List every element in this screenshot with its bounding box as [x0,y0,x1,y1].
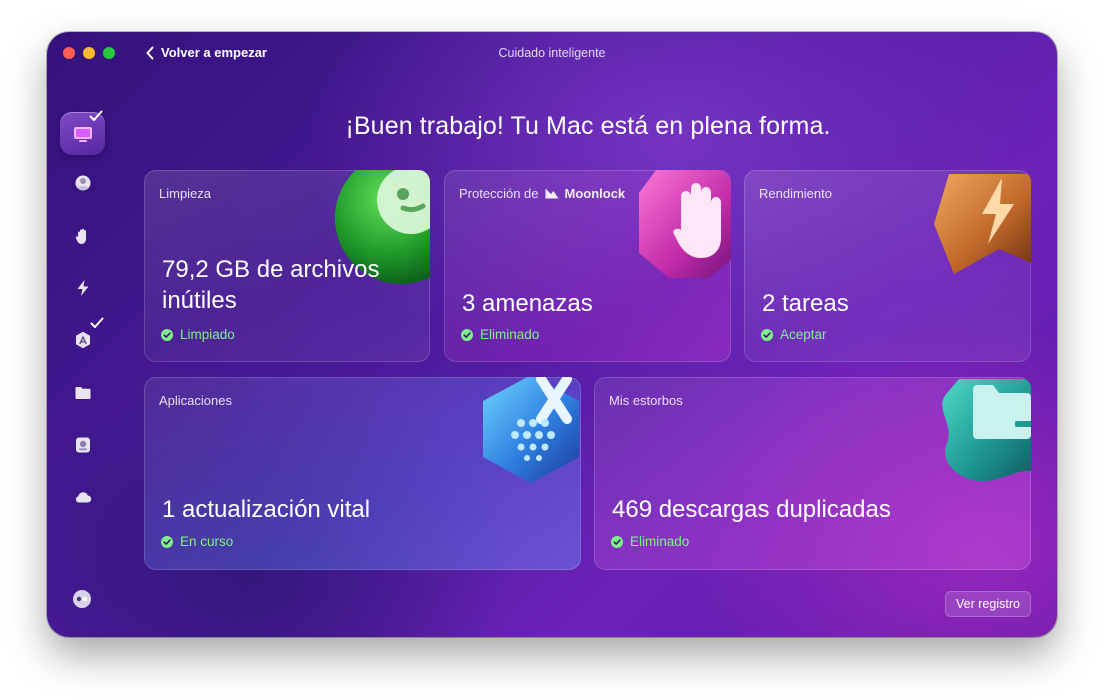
moonlock-brand: Moonlock [564,186,626,201]
view-log-button[interactable]: Ver registro [945,591,1031,617]
check-circle-icon [611,535,623,548]
card-performance-status-text: Aceptar [780,327,827,342]
card-my-clutter-value: 469 descargas duplicadas [612,496,891,523]
moonlock-logo-icon [545,188,558,199]
card-my-clutter-status-text: Eliminado [630,534,690,549]
check-circle-icon [761,328,773,341]
disk-icon [76,437,90,453]
card-cleanup-value-line1: 79,2 GB de archivos [162,256,380,283]
card-protection-value: 3 amenazas [462,290,593,317]
card-my-clutter-status: Eliminado [611,534,689,549]
card-applications-value: 1 actualización vital [162,496,371,523]
app-store-icon [76,331,90,349]
card-cleanup-value-line2: inútiles [162,287,237,315]
card-performance-value: 2 tareas [762,290,849,317]
card-protection-label-text: Protección de [459,186,539,201]
monitor-icon [73,126,92,142]
check-circle-icon [461,328,473,341]
checkmark-icon [90,317,104,328]
card-protection[interactable]: Protección de Moonlock 3 amenazas Elimin… [444,170,731,362]
sidebar-item-applications[interactable] [70,327,96,353]
sidebar-item-performance[interactable] [70,275,96,301]
card-applications[interactable]: Aplicaciones 1 actualización vital En cu… [144,377,581,570]
clutter-folder-icon [942,379,1031,482]
check-circle-icon [161,535,173,548]
sidebar-item-my-clutter[interactable] [70,380,96,406]
sidebar-item-cloud[interactable] [70,484,96,510]
performance-lightning-icon [934,174,1031,274]
checkmark-icon [89,110,103,121]
card-performance[interactable]: Rendimiento 2 tareas Aceptar [744,170,1031,362]
cloud-icon [75,492,92,503]
lightning-icon [77,280,89,296]
card-applications-label: Aplicaciones [159,393,232,408]
card-applications-status: En curso [161,534,233,549]
window-title: Cuidado inteligente [498,46,606,60]
assistant-icon[interactable] [72,589,92,609]
check-circle-icon [161,328,173,341]
card-cleanup-status-text: Limpiado [180,327,235,342]
sidebar-item-space-lens[interactable] [70,432,96,458]
globe-icon [75,175,91,191]
card-my-clutter-label: Mis estorbos [609,393,683,408]
card-cleanup-status: Limpiado [161,327,235,342]
card-protection-status-text: Eliminado [480,327,540,342]
hand-icon [75,228,86,244]
sidebar-item-cleanup[interactable] [70,170,96,196]
card-cleanup-value: 79,2 GB de archivos inútiles [162,254,379,316]
card-cleanup[interactable]: Limpieza 79,2 GB de archivos inútiles Li… [144,170,430,362]
card-applications-status-text: En curso [180,534,234,549]
card-cleanup-label: Limpieza [159,186,212,201]
card-performance-status: Aceptar [761,327,827,342]
protection-hand-icon [639,170,731,278]
card-my-clutter[interactable]: Mis estorbos 469 descargas duplicadas El… [594,377,1031,570]
app-window: Volver a empezar Cuidado inteligente ¡Bu… [47,32,1057,637]
card-performance-label: Rendimiento [759,186,832,201]
card-protection-label: Protección de Moonlock [459,186,625,201]
folder-icon [75,387,91,399]
sidebar-item-protection[interactable] [70,223,96,249]
sidebar [47,102,119,637]
page-title: ¡Buen trabajo! Tu Mac está en plena form… [345,112,831,140]
applications-icon [483,377,579,483]
card-protection-status: Eliminado [461,327,539,342]
